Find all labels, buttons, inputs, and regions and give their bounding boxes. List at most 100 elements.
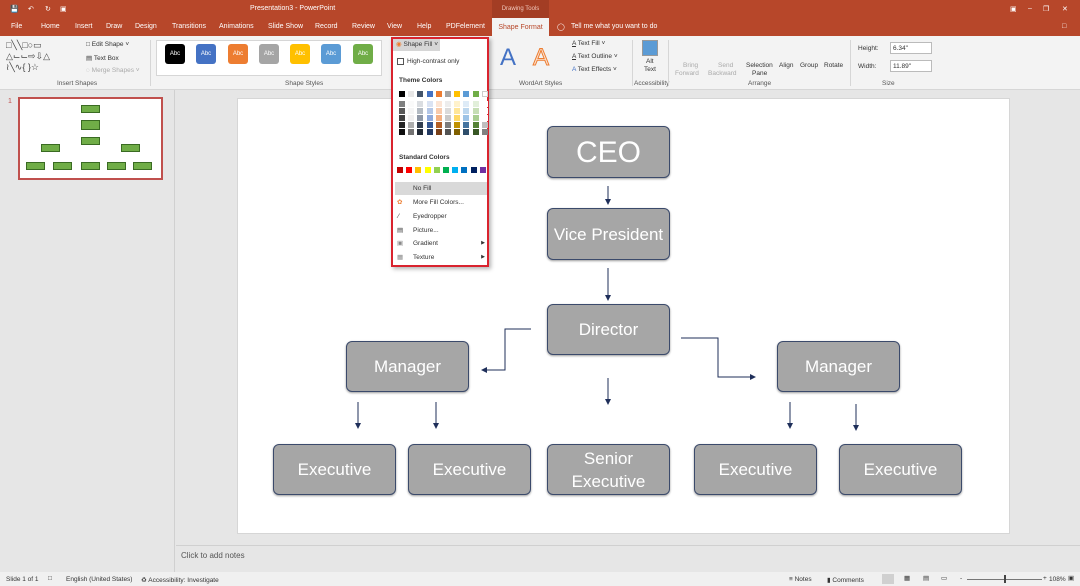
standard-color-swatch[interactable] bbox=[424, 167, 431, 173]
shape-fill-button[interactable]: ◉ Shape Fill ˅ bbox=[393, 39, 440, 51]
more-fill-colors-item[interactable]: ✿ More Fill Colors... bbox=[395, 196, 487, 209]
theme-color-swatch[interactable] bbox=[445, 115, 451, 121]
theme-color-swatch[interactable] bbox=[408, 115, 415, 121]
accessibility-status[interactable]: ♻ Accessibility: Investigate bbox=[141, 576, 219, 584]
spellcheck-icon[interactable]: □ bbox=[48, 575, 52, 582]
theme-color-swatch[interactable] bbox=[408, 129, 415, 135]
comments-button[interactable]: ▮ Comments bbox=[827, 576, 864, 584]
theme-color-swatch[interactable] bbox=[399, 101, 405, 107]
theme-color-swatch[interactable] bbox=[435, 122, 442, 128]
executive-box[interactable]: Executive bbox=[408, 444, 531, 495]
standard-color-swatch[interactable] bbox=[415, 167, 422, 173]
theme-color-swatch[interactable] bbox=[445, 122, 451, 128]
theme-color-swatch[interactable] bbox=[454, 108, 461, 114]
manager-left-box[interactable]: Manager bbox=[346, 341, 469, 392]
theme-color-swatch[interactable] bbox=[454, 129, 461, 135]
theme-color-swatch[interactable] bbox=[399, 115, 405, 121]
theme-color-swatch[interactable] bbox=[463, 101, 470, 107]
director-box[interactable]: Director bbox=[547, 304, 670, 355]
slide-sorter-icon[interactable]: ▦ bbox=[904, 574, 910, 582]
theme-color-swatch[interactable] bbox=[445, 108, 451, 114]
normal-view-icon[interactable] bbox=[882, 574, 894, 584]
theme-color-swatch[interactable] bbox=[417, 108, 424, 114]
theme-color-swatch[interactable] bbox=[426, 101, 433, 107]
standard-color-swatch[interactable] bbox=[443, 167, 449, 173]
theme-color-swatch[interactable] bbox=[463, 115, 470, 121]
high-contrast-checkbox[interactable] bbox=[397, 58, 404, 65]
no-fill-item[interactable]: No Fill bbox=[395, 182, 487, 195]
language-status[interactable]: English (United States) bbox=[66, 576, 132, 583]
theme-color-swatch[interactable] bbox=[472, 115, 479, 121]
theme-color-swatch[interactable] bbox=[399, 91, 405, 97]
theme-color-swatch[interactable] bbox=[426, 108, 433, 114]
slideshow-icon[interactable]: ▭ bbox=[941, 574, 947, 582]
zoom-slider-thumb[interactable] bbox=[1004, 575, 1006, 583]
standard-color-swatch[interactable] bbox=[452, 167, 459, 173]
zoom-level[interactable]: 108% bbox=[1049, 576, 1066, 583]
theme-color-swatch[interactable] bbox=[454, 115, 461, 121]
theme-color-swatch[interactable] bbox=[463, 122, 470, 128]
reading-view-icon[interactable]: ▤ bbox=[923, 574, 929, 582]
theme-color-swatch[interactable] bbox=[417, 122, 424, 128]
theme-color-swatch[interactable] bbox=[481, 101, 488, 107]
theme-color-swatch[interactable] bbox=[454, 122, 461, 128]
standard-color-swatch[interactable] bbox=[406, 167, 413, 173]
theme-color-swatch[interactable] bbox=[445, 129, 451, 135]
theme-color-swatch[interactable] bbox=[463, 108, 470, 114]
theme-color-swatch[interactable] bbox=[417, 91, 424, 97]
theme-color-swatch[interactable] bbox=[435, 91, 442, 97]
standard-color-swatch[interactable] bbox=[461, 167, 468, 173]
zoom-in-button[interactable]: + bbox=[1043, 575, 1047, 582]
gradient-item[interactable]: ▣ Gradient ▶ bbox=[395, 237, 487, 250]
theme-color-swatch[interactable] bbox=[481, 115, 488, 121]
theme-color-swatch[interactable] bbox=[472, 129, 479, 135]
standard-color-swatch[interactable] bbox=[479, 167, 486, 173]
theme-color-swatch[interactable] bbox=[426, 91, 433, 97]
standard-color-swatch[interactable] bbox=[470, 167, 477, 173]
zoom-out-button[interactable]: - bbox=[960, 575, 962, 582]
executive-box[interactable]: Executive bbox=[694, 444, 817, 495]
theme-color-swatch[interactable] bbox=[472, 108, 479, 114]
theme-color-swatch[interactable] bbox=[417, 129, 424, 135]
eyedropper-item[interactable]: ⁄ Eyedropper bbox=[395, 210, 487, 223]
senior-executive-box[interactable]: Senior Executive bbox=[547, 444, 670, 495]
theme-color-swatch[interactable] bbox=[472, 91, 479, 97]
theme-color-swatch[interactable] bbox=[426, 115, 433, 121]
texture-item[interactable]: ▦ Texture ▶ bbox=[395, 251, 487, 264]
theme-color-swatch[interactable] bbox=[435, 108, 442, 114]
theme-color-swatch[interactable] bbox=[399, 122, 405, 128]
vice-president-box[interactable]: Vice President bbox=[547, 208, 670, 260]
standard-color-swatch[interactable] bbox=[397, 167, 403, 173]
theme-color-swatch[interactable] bbox=[481, 122, 488, 128]
theme-color-swatch[interactable] bbox=[435, 115, 442, 121]
theme-color-swatch[interactable] bbox=[481, 108, 488, 114]
theme-color-swatch[interactable] bbox=[408, 108, 415, 114]
standard-color-swatch[interactable] bbox=[433, 167, 440, 173]
executive-box[interactable]: Executive bbox=[273, 444, 396, 495]
manager-right-box[interactable]: Manager bbox=[777, 341, 900, 392]
theme-color-swatch[interactable] bbox=[417, 115, 424, 121]
theme-color-swatch[interactable] bbox=[435, 129, 442, 135]
theme-color-swatch[interactable] bbox=[417, 101, 424, 107]
theme-color-swatch[interactable] bbox=[426, 122, 433, 128]
theme-color-swatch[interactable] bbox=[463, 129, 470, 135]
theme-color-swatch[interactable] bbox=[463, 91, 470, 97]
theme-color-swatch[interactable] bbox=[426, 129, 433, 135]
fit-slide-icon[interactable]: ▣ bbox=[1068, 574, 1074, 582]
picture-item[interactable]: ▤ Picture... bbox=[395, 224, 487, 237]
theme-color-swatch[interactable] bbox=[472, 101, 479, 107]
theme-color-swatch[interactable] bbox=[408, 101, 415, 107]
theme-color-swatch[interactable] bbox=[408, 91, 415, 97]
theme-color-swatch[interactable] bbox=[472, 122, 479, 128]
ceo-box[interactable]: CEO bbox=[547, 126, 670, 178]
executive-box[interactable]: Executive bbox=[839, 444, 962, 495]
theme-color-swatch[interactable] bbox=[408, 122, 415, 128]
theme-color-swatch[interactable] bbox=[435, 101, 442, 107]
theme-color-swatch[interactable] bbox=[445, 101, 451, 107]
theme-color-swatch[interactable] bbox=[454, 101, 461, 107]
theme-color-swatch[interactable] bbox=[399, 129, 405, 135]
theme-color-swatch[interactable] bbox=[481, 129, 488, 135]
theme-color-swatch[interactable] bbox=[481, 91, 488, 97]
notes-button[interactable]: ≡ Notes bbox=[789, 576, 812, 583]
notes-pane[interactable]: Click to add notes bbox=[176, 545, 1080, 567]
